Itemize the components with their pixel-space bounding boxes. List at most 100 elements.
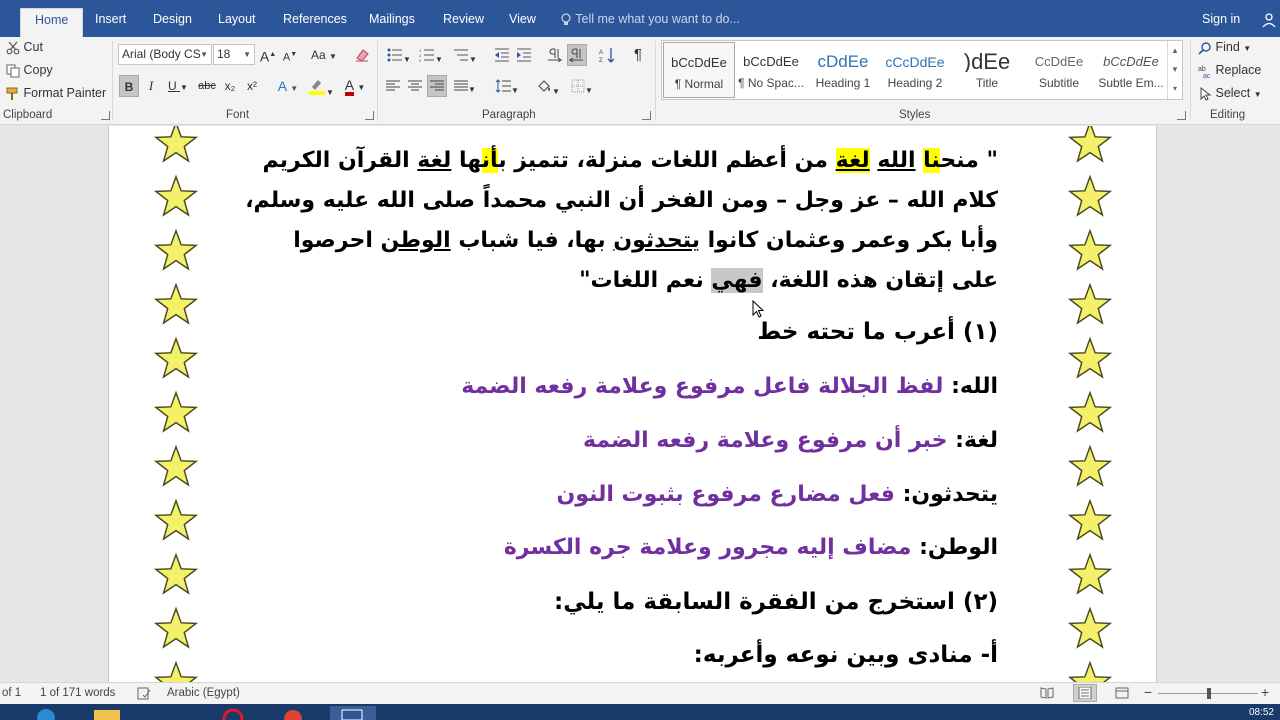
- scroll-up-icon[interactable]: ▲: [1168, 41, 1182, 60]
- find-label: Find: [1215, 40, 1240, 54]
- highlighter-icon: [309, 80, 326, 95]
- style-sample: )dEe: [963, 52, 1011, 72]
- strikethrough-button[interactable]: abc: [196, 75, 218, 97]
- chrome-icon[interactable]: [278, 706, 308, 720]
- ribbon-tab-bar: Home Insert Design Layout References Mai…: [0, 0, 1280, 37]
- increase-indent-button[interactable]: [514, 44, 534, 66]
- proofing-icon[interactable]: [137, 687, 151, 703]
- subscript-button[interactable]: x₂: [220, 75, 240, 97]
- sign-in-link[interactable]: Sign in: [1202, 8, 1240, 31]
- italic-button[interactable]: I: [142, 75, 160, 97]
- multilevel-list-button[interactable]: ▼: [450, 44, 480, 66]
- page-count[interactable]: of 1: [2, 687, 21, 699]
- file-explorer-icon[interactable]: [92, 706, 122, 720]
- copy-button[interactable]: Copy: [6, 60, 53, 80]
- bold-button[interactable]: B: [119, 75, 139, 97]
- align-left-button[interactable]: [383, 75, 403, 97]
- word-count[interactable]: 1 of 171 words: [40, 687, 115, 699]
- style-subtle-emphasis[interactable]: bCcDdEe Subtle Em...: [1095, 42, 1167, 98]
- grow-font-button[interactable]: A▲: [259, 44, 277, 66]
- star-border-icon: [153, 126, 199, 163]
- zoom-out-button[interactable]: −: [1144, 684, 1152, 700]
- superscript-button[interactable]: x²: [242, 75, 262, 97]
- style-no-spacing[interactable]: bCcDdEe ¶ No Spac...: [735, 42, 807, 98]
- line-spacing-button[interactable]: ▼: [492, 75, 522, 97]
- align-left-icon: [386, 80, 400, 91]
- justify-button[interactable]: ▼: [450, 75, 480, 97]
- paragraph-dialog-launcher[interactable]: [642, 111, 651, 120]
- clear-formatting-button[interactable]: [352, 44, 372, 66]
- word-taskbar-icon[interactable]: [330, 706, 376, 720]
- zoom-slider-thumb[interactable]: [1207, 688, 1211, 699]
- borders-button[interactable]: ▼: [567, 75, 597, 97]
- text-effects-button[interactable]: A ▼: [274, 75, 302, 97]
- answer-desc: فعل مضارع مرفوع بثبوت النون: [556, 482, 895, 507]
- opera-icon[interactable]: [218, 706, 248, 720]
- align-right-button[interactable]: [427, 75, 447, 97]
- rtl-button[interactable]: [567, 44, 587, 66]
- tab-review[interactable]: Review: [429, 8, 498, 37]
- paragraph-group-label: Paragraph: [482, 109, 536, 121]
- shading-button[interactable]: ▼: [533, 75, 563, 97]
- star-border-icon: [153, 282, 199, 325]
- style-heading-2[interactable]: cCcDdEe Heading 2: [879, 42, 951, 98]
- star-border-icon: [153, 444, 199, 487]
- style-title[interactable]: )dEe Title: [951, 42, 1023, 98]
- group-divider: [377, 41, 378, 121]
- find-button[interactable]: Find ▼: [1198, 37, 1251, 57]
- answer-word: الوطن:: [919, 535, 998, 560]
- share-icon[interactable]: [1261, 12, 1280, 29]
- font-name-combo[interactable]: Arial (Body CS ▼: [118, 44, 212, 65]
- scroll-down-icon[interactable]: ▼: [1168, 60, 1182, 79]
- tab-references[interactable]: References: [269, 8, 361, 37]
- ltr-button[interactable]: [545, 44, 565, 66]
- styles-dialog-launcher[interactable]: [1177, 111, 1186, 120]
- answer-word: الله:: [951, 374, 998, 399]
- web-layout-icon[interactable]: [1115, 687, 1129, 702]
- bullets-button[interactable]: ▼: [384, 44, 414, 66]
- font-dialog-launcher[interactable]: [365, 111, 374, 120]
- select-button[interactable]: Select ▼: [1198, 83, 1262, 103]
- style-heading-1[interactable]: cDdEe Heading 1: [807, 42, 879, 98]
- decrease-indent-button[interactable]: [492, 44, 512, 66]
- tab-design[interactable]: Design: [139, 8, 206, 37]
- font-size-combo[interactable]: 18 ▼: [213, 44, 255, 65]
- bullet-list-icon: [387, 48, 403, 62]
- align-center-button[interactable]: [405, 75, 425, 97]
- highlight-color-button[interactable]: ▼: [306, 75, 336, 97]
- tab-view[interactable]: View: [495, 8, 550, 37]
- cut-label: Cut: [23, 40, 43, 54]
- clipboard-dialog-launcher[interactable]: [101, 111, 110, 120]
- browser-icon[interactable]: [34, 706, 64, 720]
- numbering-button[interactable]: 1 2 3 ▼: [416, 44, 446, 66]
- select-label: Select: [1215, 86, 1251, 100]
- replace-button[interactable]: ab ac Replace: [1198, 60, 1261, 80]
- language-indicator[interactable]: Arabic (Egypt): [167, 687, 240, 699]
- star-border-icon: [153, 552, 199, 595]
- document-page[interactable]: " منحنا الله لغة من أعظم اللغات منزلة، ت…: [108, 126, 1157, 682]
- expand-gallery-icon[interactable]: ▾: [1168, 79, 1182, 98]
- answer-word: لغة:: [955, 428, 998, 453]
- read-mode-icon[interactable]: [1040, 687, 1054, 702]
- show-formatting-button[interactable]: ¶: [628, 44, 648, 66]
- tab-layout[interactable]: Layout: [204, 8, 270, 37]
- change-case-button[interactable]: Aa ▼: [309, 44, 339, 66]
- star-border-icon: [153, 390, 199, 433]
- tell-me-box[interactable]: Tell me what you want to do...: [560, 8, 740, 31]
- sort-button[interactable]: AZ: [597, 44, 617, 66]
- underline-button[interactable]: U ▼: [164, 75, 192, 97]
- style-normal[interactable]: bCcDdEe ¶ Normal: [663, 42, 735, 98]
- tab-home[interactable]: Home: [20, 8, 84, 37]
- format-painter-button[interactable]: Format Painter: [6, 83, 106, 103]
- cut-button[interactable]: Cut: [6, 37, 43, 57]
- style-sample: CcDdEe: [1034, 54, 1084, 69]
- font-color-button[interactable]: A ▼: [340, 75, 370, 97]
- tab-mailings[interactable]: Mailings: [355, 8, 429, 37]
- mouse-pointer-icon: [752, 300, 765, 318]
- print-layout-icon[interactable]: [1073, 684, 1097, 702]
- tab-insert[interactable]: Insert: [81, 8, 140, 37]
- zoom-in-button[interactable]: +: [1261, 684, 1269, 700]
- style-subtitle[interactable]: CcDdEe Subtitle: [1023, 42, 1095, 98]
- shrink-font-button[interactable]: A▼: [281, 44, 299, 66]
- group-divider: [1190, 41, 1191, 121]
